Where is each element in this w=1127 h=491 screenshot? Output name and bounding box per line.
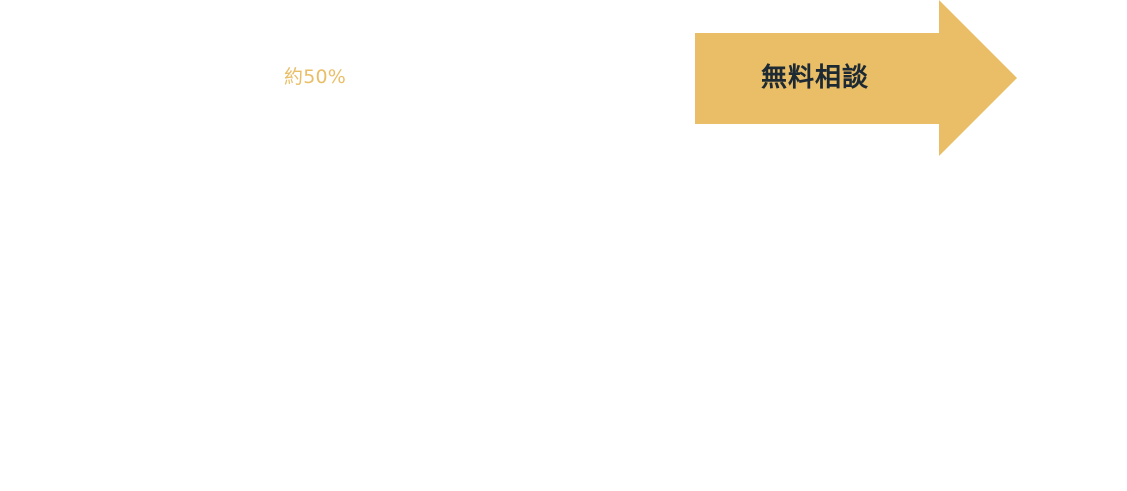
free-consultation-button[interactable]: 無料相談 bbox=[695, 0, 1017, 157]
free-consultation-label: 無料相談 bbox=[761, 63, 870, 93]
percentage-stat: 約50% bbox=[284, 66, 347, 88]
